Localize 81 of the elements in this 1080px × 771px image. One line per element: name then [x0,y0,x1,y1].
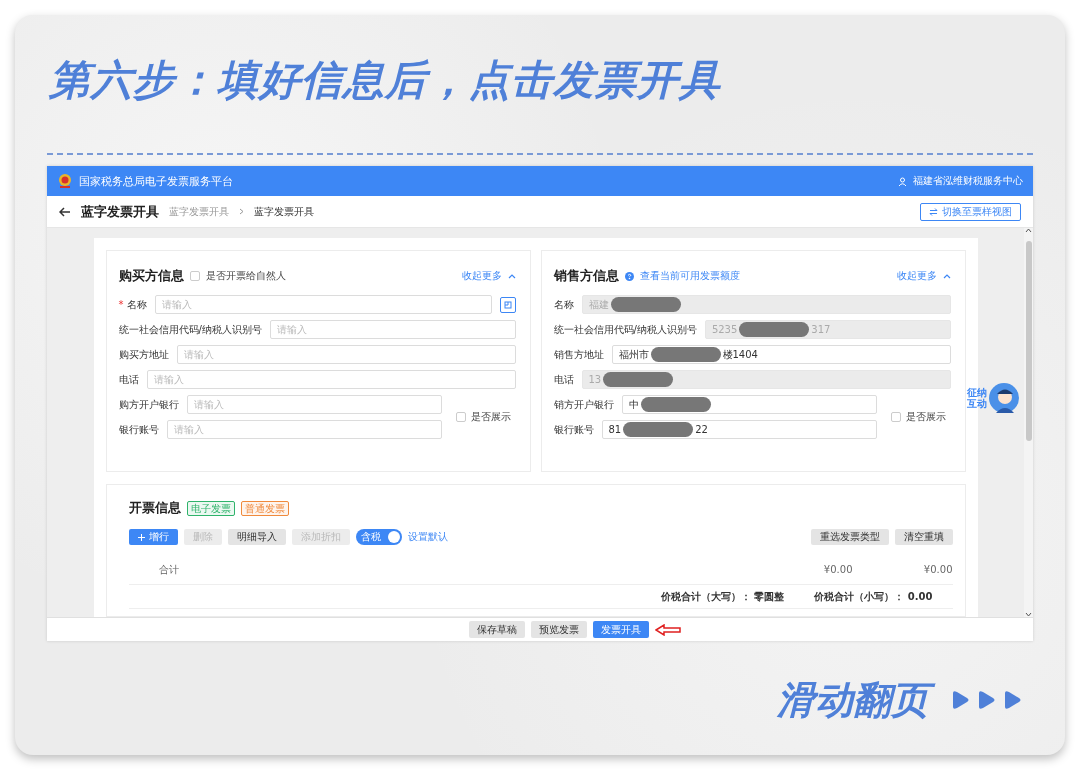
page-title: 蓝字发票开具 [81,202,159,221]
field-label: 销售方地址 [553,347,604,362]
back-arrow-icon[interactable] [59,206,71,217]
scroll-down-icon[interactable] [1025,612,1032,617]
redaction-mark [739,322,810,337]
scrollbar[interactable] [1024,228,1033,617]
section-title: 购买方信息 [118,267,184,285]
footer-button[interactable]: 保存草稿 [469,621,525,638]
input-field[interactable]: 请输入 [166,420,442,439]
footer-button[interactable]: 发票开具 [593,621,649,638]
input-field[interactable]: 请输入 [154,295,492,314]
tax-cell-text: ¥0.00 [922,564,953,575]
amount-cell-text: ¥0.00 [822,564,853,575]
field-label: 购买方地址 [118,347,169,362]
input-field[interactable]: 请输入 [186,395,442,414]
plus-icon [137,533,145,541]
chevron-up-icon [942,273,951,279]
assistant-avatar[interactable] [989,383,1019,413]
field-label: 统一社会信用代码/纳税人识别号 [118,322,262,337]
field-label: 银行账号 [118,422,159,437]
checkbox[interactable] [189,271,200,281]
set-default-link[interactable]: 设置默认 [407,530,448,544]
slide-title: 第六步：填好信息后，点击发票开具 [47,55,722,106]
collapse-link[interactable]: 收起更多 [461,269,502,283]
checkbox-label: 是否开票给自然人 [205,269,286,283]
field-label: 名称 [126,297,147,312]
scroll-up-icon[interactable] [1025,228,1032,233]
invoice-type-tag: 普通发票 [240,500,289,516]
input-field[interactable]: 81 22 [601,420,877,439]
required-mark: * [118,299,124,310]
checkbox[interactable] [455,412,466,422]
footer-button[interactable]: 预览发票 [531,621,587,638]
section-title: 销售方信息 [553,267,619,285]
assistant-label[interactable]: 征纳互动 [967,387,989,409]
checkbox-label: 是否展示 [905,410,946,424]
breadcrumb-item[interactable]: 蓝字发票开具 [169,204,229,219]
field-label: 销方开户银行 [553,397,614,412]
field-label: 电话 [553,372,574,387]
next-arrows-icon[interactable] [951,690,1023,711]
toolbar-button[interactable]: 重选发票类型 [810,529,889,545]
redaction-mark [623,422,694,437]
invoice-type-tag: 电子发票 [186,500,235,516]
total-summary: 价税合计（小写）： 0.00 [814,589,933,604]
collapse-link[interactable]: 收起更多 [896,269,937,283]
field-label: 购方开户银行 [118,397,179,412]
pager-label: 滑动翻页 [777,675,937,725]
field-label: 统一社会信用代码/纳税人识别号 [553,322,697,337]
view-switch-button[interactable]: 切换至票样视图 [920,202,1021,221]
section-title: 开票信息 [128,499,181,517]
breadcrumb-item: 蓝字发票开具 [254,204,314,219]
total-label: 合计 [158,562,179,577]
user-name[interactable]: 福建省泓维财税服务中心 [913,174,1023,188]
user-icon [898,176,907,186]
swap-icon [929,207,938,216]
toolbar-button[interactable]: 增行 [128,529,178,545]
field-label: 名称 [553,297,574,312]
input-field[interactable]: 请输入 [269,320,516,339]
input-field[interactable]: 福州市 楼1404 [611,345,951,364]
redaction-mark [650,347,721,362]
field-label: 银行账号 [553,422,594,437]
redaction-mark [603,372,674,387]
tax-toggle[interactable]: 含税 [355,529,402,545]
emblem-icon [57,173,73,189]
input-field[interactable]: 请输入 [146,370,516,389]
lookup-button[interactable] [499,296,516,313]
help-icon[interactable] [624,271,634,281]
field-label: 电话 [118,372,139,387]
chevron-right-icon [239,208,244,215]
card-icon [503,300,512,309]
checkbox-label: 是否展示 [470,410,511,424]
input-field[interactable]: 请输入 [176,345,516,364]
chevron-up-icon [507,273,516,279]
quota-link[interactable]: 查看当前可用发票额度 [639,269,740,283]
redaction-mark [610,297,681,312]
redaction-mark [640,397,711,412]
toolbar-button[interactable]: 明细导入 [227,529,286,545]
input-field[interactable]: 中 [621,395,877,414]
total-summary: 价税合计（大写）： 零圆整 [660,589,785,604]
checkbox[interactable] [890,412,901,422]
platform-title: 国家税务总局电子发票服务平台 [79,173,233,189]
toolbar-button[interactable]: 清空重填 [894,529,953,545]
